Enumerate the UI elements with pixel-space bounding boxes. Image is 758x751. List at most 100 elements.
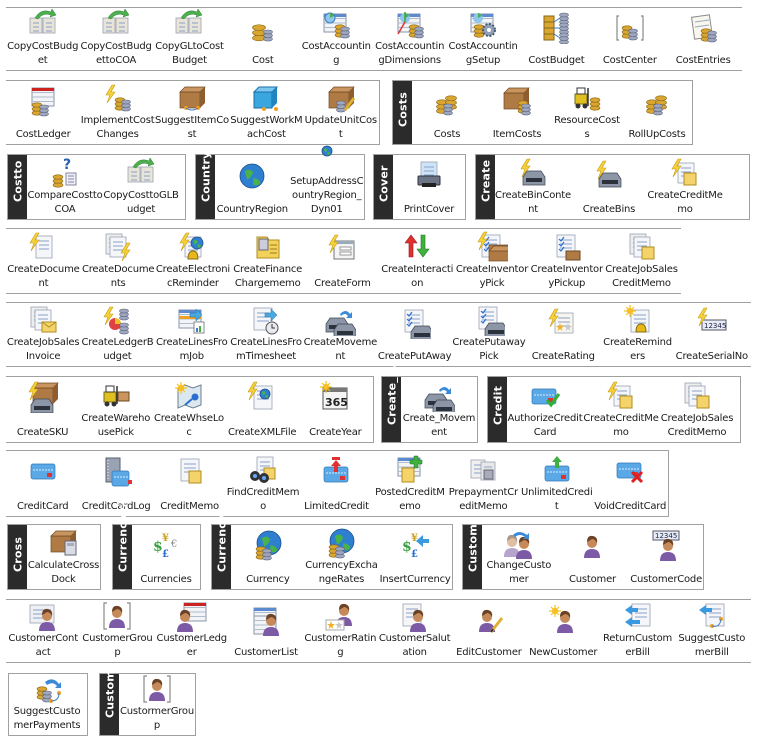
icon-button-createputaway[interactable]: CreatePutAway <box>377 303 452 366</box>
group-g1: CopyCostBudget CopyCostBudgettoCOA CopyGLt… <box>6 7 742 71</box>
icon-button-customergroup[interactable]: CustomerGroup <box>80 600 154 662</box>
notebook-card-icon <box>100 455 133 487</box>
icon-button-suggestcustomerbill[interactable]: SuggestCustomerBill <box>675 600 749 662</box>
icon-button-suggestitemcost[interactable]: SuggestItemCost <box>155 81 229 144</box>
icon-button-createinventorypick[interactable]: CreateInventoryPick <box>455 229 530 293</box>
lightning-coins-icon <box>102 82 134 114</box>
icon-button-creditcard[interactable]: CreditCard <box>6 451 79 516</box>
icon-label: CreateYear <box>309 427 362 438</box>
icon-button-currencyexchangerates[interactable]: CurrencyExchangeRates <box>305 525 379 589</box>
icon-button-createreminders[interactable]: CreateReminders <box>600 303 674 366</box>
icon-button-createinteraction[interactable]: CreateInteraction <box>380 229 455 293</box>
icon-button-costcenter[interactable]: CostCenter <box>593 8 666 70</box>
icon-button-rollupcosts[interactable]: RollUpCosts <box>622 81 692 144</box>
icon-button-copycostbudgettocoa[interactable]: CopyCostBudgettoCOA <box>79 8 152 70</box>
icon-button-createwarehousepick[interactable]: CreateWarehousePick <box>79 377 152 442</box>
icon-button-createputawaypick[interactable]: CreatePutawayPick <box>452 303 526 366</box>
group-g19: SuggestCustomerPayments <box>8 673 88 736</box>
icon-label: SuggestCustomerPayments <box>13 706 81 731</box>
group-header: Cross <box>8 525 27 589</box>
svg-text:¥: ¥ <box>411 533 418 544</box>
icon-button-custormergroup[interactable]: CustormerGroup <box>119 674 195 735</box>
icon-button-costledger[interactable]: CostLedger <box>6 81 80 144</box>
icon-button-copycosttoglbudget[interactable]: CopyCosttoGLBudget <box>103 155 179 219</box>
icon-button-createdocuments[interactable]: CreateDocuments <box>81 229 156 293</box>
icon-button-createyear[interactable]: 365 CreateYear <box>299 377 372 442</box>
icon-button-createjobsalescreditmemo[interactable]: CreateJobSalesCreditMemo <box>604 229 679 293</box>
icon-button-postedcreditmemo[interactable]: PostedCreditMemo <box>373 451 446 516</box>
checklist-box-icon <box>551 231 583 263</box>
icon-button-createinventorypickup[interactable]: CreateInventoryPickup <box>529 229 604 293</box>
group-customer: Customer CustormerGroup <box>99 657 196 736</box>
icon-button-costentries[interactable]: CostEntries <box>667 8 740 70</box>
icon-button-customercode[interactable]: 12345 CustomerCode <box>629 525 703 589</box>
icon-button-customerlist[interactable]: CustomerList <box>229 600 303 662</box>
icon-button-customerledger[interactable]: CustomerLedger <box>155 600 229 662</box>
icon-button-changecustomer[interactable]: ChangeCustomer <box>482 525 556 589</box>
group-header: Cover <box>374 155 393 219</box>
icon-button-customercontact[interactable]: CustomerContact <box>6 600 80 662</box>
icon-button-unlimitedcredit[interactable]: UnlimitedCredit <box>520 451 593 516</box>
icon-button-customersalutation[interactable]: CustomerSalutation <box>377 600 451 662</box>
icon-button-findcreditmemo[interactable]: FindCreditMemo <box>226 451 299 516</box>
documents-gray-icon <box>467 454 499 486</box>
icon-button-createlinesfromtimesheet[interactable]: CreateLinesFromTimesheet <box>229 303 303 366</box>
svg-text:365: 365 <box>325 396 348 409</box>
icon-button-costaccountingdimensions[interactable]: CostAccountingDimensions <box>373 8 446 70</box>
icon-button-costaccountingsetup[interactable]: CostAccountingSetup <box>446 8 519 70</box>
icon-button-comparecosttocoa[interactable]: ? CompareCosttoCOA <box>27 155 103 219</box>
icon-button-insertcurrency[interactable]: $ ¥ £ InsertCurrency <box>378 525 452 589</box>
icon-button-countryregion[interactable]: CountryRegion <box>215 155 290 219</box>
icon-button-createfinancechargememo[interactable]: CreateFinanceChargememo <box>230 229 305 293</box>
icon-button-costaccounting[interactable]: CostAccounting <box>300 8 373 70</box>
icon-button-setupaddresscountryregion-dyn01[interactable]: SetupAddressCountryRegion_Dyn01 <box>290 145 365 219</box>
icon-button-implementcostchanges[interactable]: ImplementCostChanges <box>80 81 155 144</box>
icon-button-createrating[interactable]: CreateRating <box>526 303 600 366</box>
icon-button-createform[interactable]: CreateForm <box>305 229 380 293</box>
icon-button-createcreditmemo[interactable]: CreateCreditMemo <box>583 377 659 442</box>
icon-button-createelectronicreminder[interactable]: CreateElectronicReminder <box>156 229 231 293</box>
icon-button-limitedcredit[interactable]: LimitedCredit <box>300 451 373 516</box>
icon-button-currency[interactable]: Currency <box>231 525 305 589</box>
icon-button-copycostbudget[interactable]: CopyCostBudget <box>6 8 79 70</box>
icon-button-createdocument[interactable]: CreateDocument <box>6 229 81 293</box>
group-header-label: Currency <box>215 514 228 572</box>
icon-button-createserialno[interactable]: 12345 CreateSerialNo <box>675 303 749 366</box>
icon-button-calculatecrossdock[interactable]: CalculateCrossDock <box>27 525 100 589</box>
icon-button-suggestcustomerpayments[interactable]: SuggestCustomerPayments <box>9 674 85 735</box>
icon-button-returncustomerbill[interactable]: ReturnCustomerBill <box>600 600 674 662</box>
icon-button-createbins[interactable]: CreateBins <box>571 155 647 219</box>
icon-button-create-movement[interactable]: Create_Movement <box>401 377 477 442</box>
icon-button-prepaymentcreditmemo[interactable]: PrepaymentCreditMemo <box>447 451 520 516</box>
icon-button-customer[interactable]: Customer <box>556 525 630 589</box>
icon-button-editcustomer[interactable]: EditCustomer <box>452 600 526 662</box>
icon-button-createjobsalesinvoice[interactable]: CreateJobSalesInvoice <box>6 303 80 366</box>
icon-button-createxmlfile[interactable]: CreateXMLFile <box>226 377 299 442</box>
icon-button-createledgerbudget[interactable]: CreateLedgerBudget <box>80 303 154 366</box>
icon-button-costs[interactable]: Costs <box>412 81 482 144</box>
icon-button-currencies[interactable]: $ ¥ £ € Currencies <box>132 525 200 589</box>
icon-button-suggestworkmachcost[interactable]: SuggestWorkMachCost <box>229 81 303 144</box>
icon-button-createsku[interactable]: CreateSKU <box>6 377 79 442</box>
icon-button-createcreditmemo[interactable]: CreateCreditMemo <box>647 155 723 219</box>
icon-button-voidcreditcard[interactable]: VoidCreditCard <box>594 451 667 516</box>
icon-button-createmovement[interactable]: CreateMovement <box>303 303 377 366</box>
icon-button-resourcecosts[interactable]: ResourceCosts <box>552 81 622 144</box>
icon-button-updateunitcost[interactable]: UpdateUnitCost <box>304 81 378 144</box>
icon-button-newcustomer[interactable]: NewCustomer <box>526 600 600 662</box>
icon-button-printcover[interactable]: PrintCover <box>393 155 465 219</box>
star-bell-document-icon <box>622 304 654 336</box>
icon-button-costbudget[interactable]: CostBudget <box>520 8 593 70</box>
icon-button-authorizecreditcard[interactable]: AuthorizeCreditCard <box>507 377 583 442</box>
icon-button-createwhseloc[interactable]: CreateWhseLoc <box>152 377 225 442</box>
icon-button-createjobsalescreditmemo[interactable]: CreateJobSalesCreditMemo <box>659 377 735 442</box>
credit-card-limit-icon <box>320 455 352 487</box>
icon-button-cost[interactable]: Cost <box>226 8 299 70</box>
icon-button-creditmemo[interactable]: CreditMemo <box>153 451 226 516</box>
icon-button-copygltocostbudget[interactable]: CopyGLtoCostBudget <box>153 8 226 70</box>
icon-button-itemcosts[interactable]: ItemCosts <box>482 81 552 144</box>
icon-label: CreateFinanceChargememo <box>233 264 303 289</box>
icon-button-createbincontent[interactable]: CreateBinContent <box>495 155 571 219</box>
icon-button-customerrating[interactable]: CustomerRating <box>303 600 377 662</box>
icon-button-createlinesfromjob[interactable]: CreateLinesFromJob <box>155 303 229 366</box>
